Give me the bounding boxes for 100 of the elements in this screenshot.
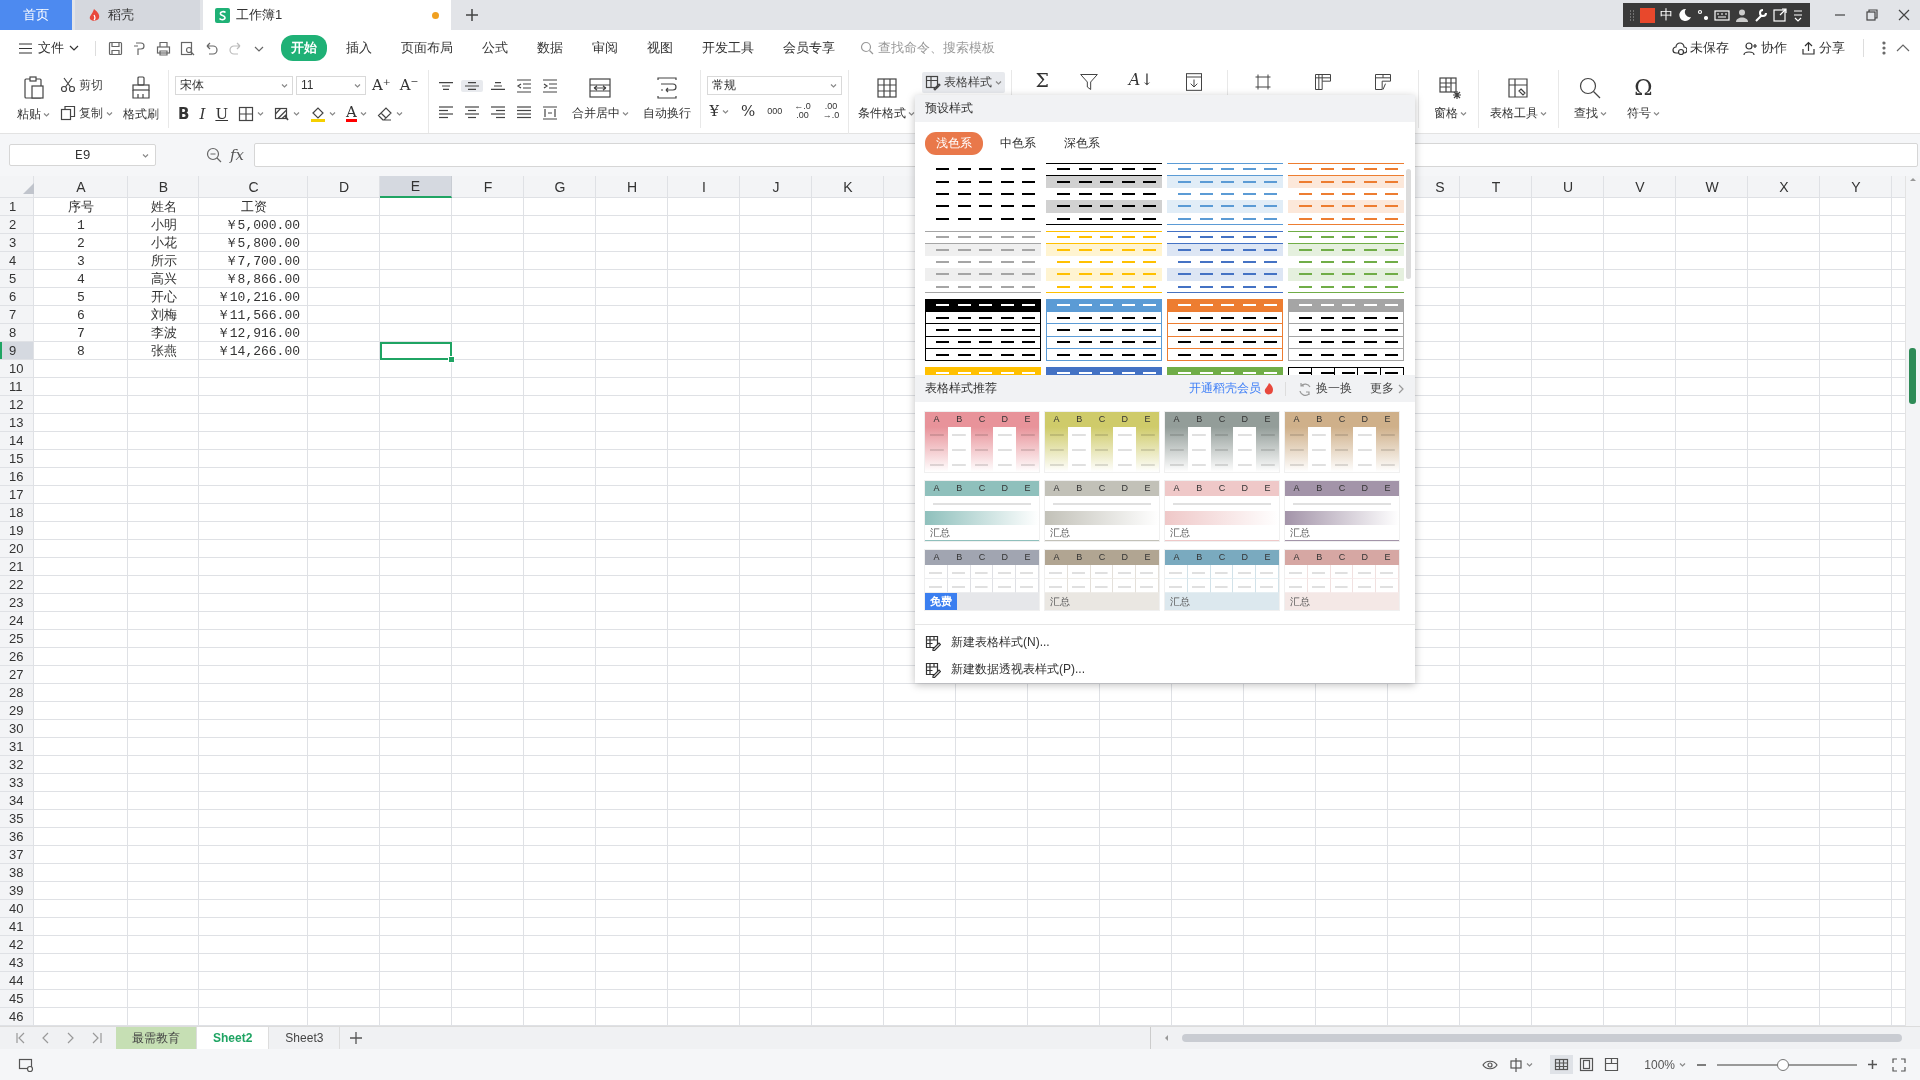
- total-label: 汇总: [1290, 594, 1310, 609]
- table-cell-text: 高兴: [149, 271, 178, 288]
- column-letter: E: [1143, 551, 1152, 564]
- column-letter: A: [1172, 413, 1181, 426]
- column-letter: A: [1052, 551, 1061, 564]
- section-title: 表格样式推荐: [925, 380, 997, 397]
- column-letter: D: [1240, 482, 1250, 495]
- column-letter: E: [1263, 551, 1272, 564]
- column-letter: D: [1360, 551, 1370, 564]
- column-letter: A: [1172, 482, 1181, 495]
- table-cell-text: ￥11,566.00: [215, 307, 301, 324]
- column-letter: D: [1240, 413, 1250, 426]
- table-cell-text: 2: [76, 234, 86, 252]
- column-letter: A: [932, 413, 941, 426]
- column-letter: C: [977, 413, 987, 426]
- column-letter: E: [1263, 413, 1272, 426]
- total-label: 汇总: [1050, 594, 1070, 609]
- table-cell-text: 所示: [149, 253, 178, 270]
- table-cell-text: 5: [76, 288, 86, 306]
- table-cell-text: ￥12,916.00: [215, 325, 301, 342]
- column-letter: C: [1097, 551, 1107, 564]
- column-letter: B: [1075, 482, 1084, 495]
- table-cell-text: 6: [76, 306, 86, 324]
- column-letter: B: [1315, 482, 1324, 495]
- column-letter: B: [1315, 551, 1324, 564]
- total-label: 汇总: [1170, 525, 1190, 540]
- table-cell-text: 3: [76, 252, 86, 270]
- table-cell-text: 开心: [149, 289, 178, 306]
- table-cell-text: 工资: [239, 199, 268, 216]
- section-title: 预设样式: [925, 100, 973, 117]
- tab-label: 首页: [23, 6, 49, 24]
- column-letter: D: [1000, 551, 1010, 564]
- column-letter: D: [1360, 482, 1370, 495]
- column-letter: A: [1292, 482, 1301, 495]
- table-cell-text: ￥7,700.00: [223, 253, 301, 270]
- column-letter: B: [1195, 413, 1204, 426]
- table-cell-text: ￥10,216.00: [215, 289, 301, 306]
- column-letter: A: [1052, 482, 1061, 495]
- table-cell-text: 小花: [149, 235, 178, 252]
- column-letter: A: [1292, 551, 1301, 564]
- total-label: 汇总: [1170, 594, 1190, 609]
- table-cell-text: 序号: [67, 199, 95, 216]
- tab-label: 稻壳: [108, 6, 134, 24]
- column-letter: E: [1023, 413, 1032, 426]
- column-letter: B: [955, 413, 964, 426]
- column-letter: E: [1263, 482, 1272, 495]
- table-cell-text: 1: [76, 216, 86, 234]
- column-letter: C: [1337, 551, 1347, 564]
- table-cell-text: 8: [76, 342, 86, 360]
- column-letter: B: [955, 551, 964, 564]
- column-letter: E: [1383, 482, 1392, 495]
- column-letter: B: [955, 482, 964, 495]
- column-letter: E: [1383, 413, 1392, 426]
- column-letter: C: [1337, 482, 1347, 495]
- column-letter: D: [1360, 413, 1370, 426]
- column-letter: D: [1000, 413, 1010, 426]
- column-letter: C: [1217, 551, 1227, 564]
- column-letter: D: [1000, 482, 1010, 495]
- column-letter: C: [1097, 482, 1107, 495]
- column-letter: A: [1172, 551, 1181, 564]
- table-cell-text: 姓名: [149, 199, 178, 216]
- table-cell-text: 7: [76, 324, 86, 342]
- column-letter: D: [1120, 551, 1130, 564]
- column-letter: A: [932, 482, 941, 495]
- table-cell-text: 刘梅: [149, 307, 178, 324]
- column-letter: E: [1383, 551, 1392, 564]
- column-letter: E: [1143, 482, 1152, 495]
- column-letter: A: [1052, 413, 1061, 426]
- total-label: 汇总: [1050, 525, 1070, 540]
- ime-mode-label: 中: [1660, 6, 1673, 24]
- tab-label: 工作簿1: [236, 6, 283, 24]
- total-label: 汇总: [930, 525, 950, 540]
- column-letter: C: [1337, 413, 1347, 426]
- column-letter: C: [1097, 413, 1107, 426]
- column-letter: E: [1143, 413, 1152, 426]
- table-cell-text: 4: [76, 270, 86, 288]
- column-letter: D: [1120, 482, 1130, 495]
- column-letter: B: [1315, 413, 1324, 426]
- table-cell-text: ￥5,800.00: [223, 235, 301, 252]
- column-letter: C: [977, 551, 987, 564]
- column-letter: C: [1217, 482, 1227, 495]
- column-letter: B: [1195, 482, 1204, 495]
- column-letter: C: [977, 482, 987, 495]
- column-letter: B: [1075, 413, 1084, 426]
- column-letter: E: [1023, 551, 1032, 564]
- table-cell-text: ￥14,266.00: [215, 343, 301, 360]
- free-badge: 免费: [925, 593, 957, 610]
- table-cell-text: ￥5,000.00: [223, 217, 301, 234]
- column-letter: D: [1120, 413, 1130, 426]
- table-cell-text: ￥8,866.00: [223, 271, 301, 288]
- column-letter: A: [932, 551, 941, 564]
- table-cell-text: 李波: [149, 325, 178, 342]
- table-cell-text: 小明: [149, 217, 178, 234]
- column-letter: B: [1195, 551, 1204, 564]
- table-cell-text: 张燕: [149, 343, 178, 360]
- column-letter: C: [1217, 413, 1227, 426]
- column-letter: D: [1240, 551, 1250, 564]
- column-letter: A: [1292, 413, 1301, 426]
- column-letter: B: [1075, 551, 1084, 564]
- total-label: 汇总: [1290, 525, 1310, 540]
